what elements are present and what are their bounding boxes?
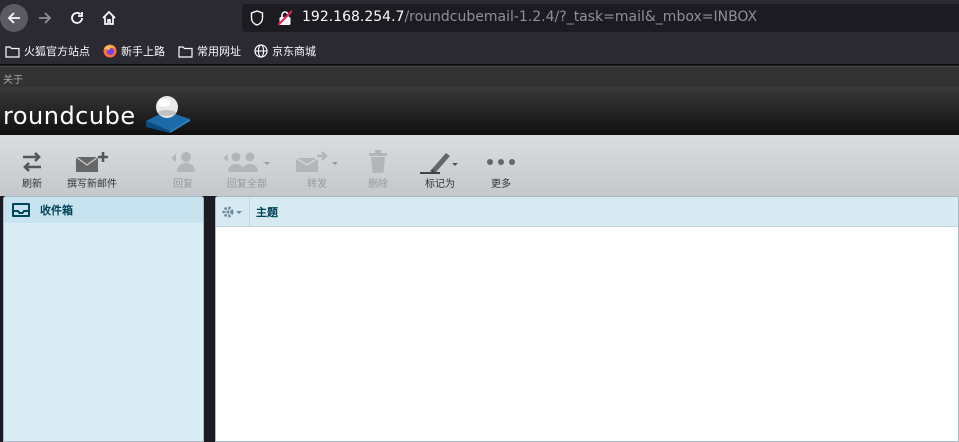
roundcube-logo-icon — [145, 96, 190, 133]
folder-list-panel: 收件箱 — [3, 196, 204, 442]
message-list-header: 主题 — [216, 196, 958, 227]
folder-inbox-label: 收件箱 — [40, 204, 73, 217]
reply-all-label: 回复全部 — [227, 179, 267, 190]
roundcube-logo[interactable]: roundcube — [3, 95, 196, 135]
home-icon — [102, 10, 116, 25]
globe-icon — [254, 44, 268, 58]
bookmarks-toolbar: 火狐官方站点 新手上路 常用网址 京东商城 — [0, 36, 959, 65]
bookmark-firefox-official[interactable]: 火狐官方站点 — [5, 42, 90, 60]
folder-icon — [178, 45, 193, 58]
reply-person-icon — [171, 152, 195, 172]
forward-mail-icon — [295, 151, 338, 172]
bookmark-jd-mall[interactable]: 京东商城 — [254, 42, 316, 60]
refresh-label: 刷新 — [22, 179, 42, 190]
forward-button[interactable]: 转发 — [295, 149, 339, 190]
trash-icon — [369, 150, 387, 173]
delete-label: 删除 — [368, 179, 388, 190]
compose-mail-icon — [75, 152, 108, 172]
browser-nav-bar: 192.168.254.7/roundcubemail-1.2.4/?_task… — [0, 0, 959, 36]
compose-button[interactable]: 撰写新邮件 — [67, 149, 117, 190]
url-bar[interactable]: 192.168.254.7/roundcubemail-1.2.4/?_task… — [242, 4, 959, 32]
forward-label: 转发 — [307, 179, 327, 190]
reply-label: 回复 — [173, 179, 193, 190]
logo-text: roundcube — [3, 102, 136, 130]
url-path: /roundcubemail-1.2.4/?_task=mail&_mbox=I… — [404, 9, 758, 25]
more-dots-icon — [487, 159, 515, 165]
bookmark-label: 新手上路 — [121, 45, 165, 58]
folder-icon — [5, 45, 20, 58]
reply-button[interactable]: 回复 — [170, 149, 196, 190]
delete-button[interactable]: 删除 — [367, 149, 389, 190]
mail-toolbar: 刷新 撰写新邮件 回复 回复全部 转发 删除 标记为 更多 — [0, 135, 959, 196]
reload-button[interactable] — [62, 3, 92, 33]
more-button[interactable]: 更多 — [486, 149, 516, 190]
more-label: 更多 — [491, 179, 511, 190]
firefox-icon — [103, 44, 117, 58]
gear-dropdown-icon — [222, 206, 242, 217]
insecure-lock-icon[interactable] — [278, 10, 292, 26]
url-text[interactable]: 192.168.254.7/roundcubemail-1.2.4/?_task… — [302, 9, 757, 25]
url-host: 192.168.254.7 — [302, 9, 405, 25]
back-button[interactable] — [0, 4, 28, 32]
mark-button[interactable]: 标记为 — [420, 149, 460, 190]
about-link[interactable]: 关于 — [3, 71, 23, 86]
compose-label: 撰写新邮件 — [67, 179, 117, 190]
arrow-left-icon — [7, 12, 20, 24]
bookmark-label: 京东商城 — [272, 45, 316, 58]
shield-icon[interactable] — [250, 10, 264, 26]
refresh-arrows-icon — [23, 152, 41, 172]
inbox-tray-icon — [12, 203, 30, 217]
reload-icon — [71, 12, 83, 24]
bookmark-common-sites[interactable]: 常用网址 — [178, 42, 241, 60]
subject-column-header[interactable]: 主题 — [256, 204, 278, 220]
mark-label: 标记为 — [425, 179, 455, 190]
top-line: 关于 — [0, 66, 959, 87]
bookmark-label: 常用网址 — [197, 45, 241, 58]
forward-nav-button[interactable] — [30, 3, 60, 33]
refresh-button[interactable]: 刷新 — [20, 149, 44, 190]
home-button[interactable] — [94, 3, 124, 33]
arrow-right-icon — [39, 12, 52, 24]
highlighter-icon — [420, 153, 458, 174]
bookmark-getting-started[interactable]: 新手上路 — [103, 42, 165, 60]
list-options-button[interactable] — [216, 196, 250, 227]
reply-all-icon — [223, 152, 270, 172]
folder-inbox[interactable]: 收件箱 — [4, 197, 203, 223]
reply-all-button[interactable]: 回复全部 — [222, 149, 272, 190]
bookmark-label: 火狐官方站点 — [24, 45, 90, 58]
app-header: roundcube — [0, 87, 959, 135]
message-list: 主题 — [215, 196, 959, 442]
